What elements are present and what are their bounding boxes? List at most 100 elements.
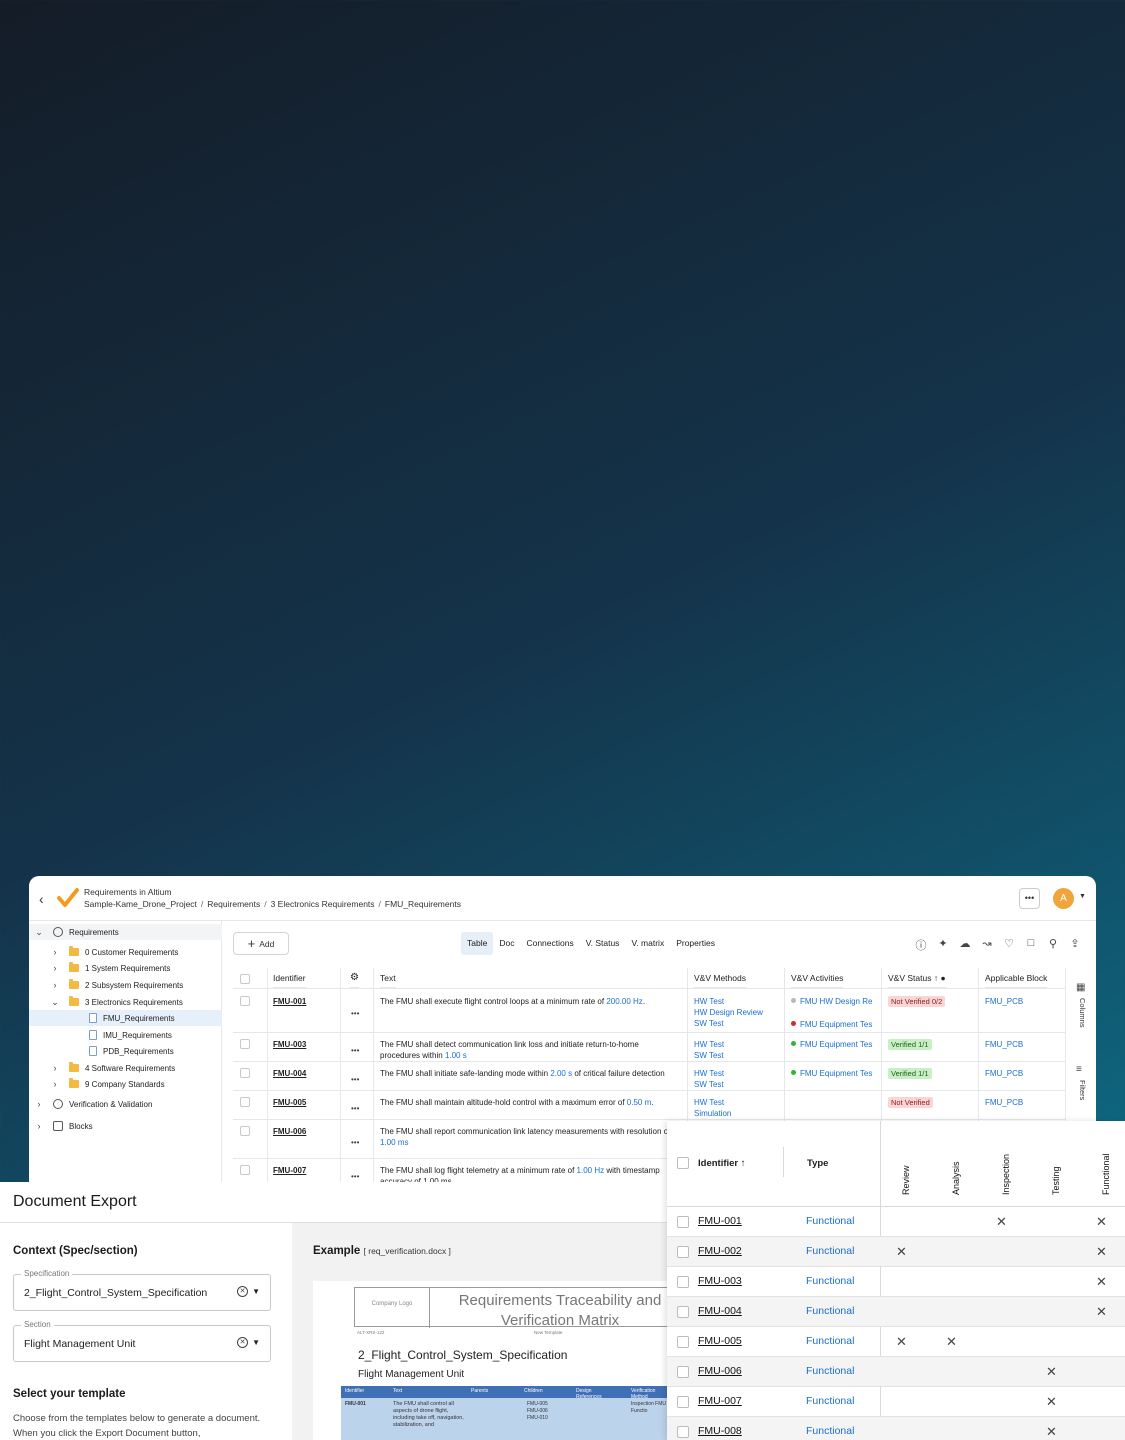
- table-row[interactable]: FMU-004 Functional ✕: [667, 1297, 1125, 1327]
- chevron-down-icon[interactable]: ⌄: [33, 927, 45, 938]
- method-mark-icon[interactable]: ✕: [1096, 1305, 1107, 1318]
- requirement-id[interactable]: FMU-008: [698, 1425, 742, 1437]
- sort-up-icon[interactable]: ↑: [934, 973, 938, 983]
- requirement-id[interactable]: FMU-001: [698, 1215, 742, 1227]
- comment-icon[interactable]: □: [1025, 937, 1037, 953]
- chevron-right-icon[interactable]: ›: [49, 947, 61, 957]
- requirement-id[interactable]: FMU-007: [273, 1165, 306, 1176]
- row-checkbox[interactable]: [677, 1216, 689, 1228]
- sidebar-item-pdb[interactable]: PDB_Requirements: [29, 1043, 174, 1059]
- method-mark-icon[interactable]: ✕: [896, 1245, 907, 1258]
- requirement-type[interactable]: Functional: [806, 1275, 854, 1287]
- row-checkbox[interactable]: [677, 1426, 689, 1438]
- table-row[interactable]: FMU-002 Functional ✕ ✕: [667, 1237, 1125, 1267]
- table-row[interactable]: FMU-006 Functional ✕: [667, 1357, 1125, 1387]
- requirement-id[interactable]: FMU-003: [698, 1275, 742, 1287]
- sidebar-item-subsystem[interactable]: › 2 Subsystem Requirements: [49, 977, 183, 993]
- chevron-right-icon[interactable]: ›: [33, 1099, 45, 1109]
- tab-properties[interactable]: Properties: [670, 932, 721, 955]
- filters-toggle[interactable]: Filters: [1078, 1080, 1087, 1100]
- row-checkbox[interactable]: [240, 1097, 250, 1107]
- tab-doc[interactable]: Doc: [493, 932, 520, 955]
- ai-sparkle-icon[interactable]: ✦: [937, 937, 949, 953]
- vv-activity[interactable]: FMU Equipment Tes: [791, 1019, 881, 1030]
- search-icon[interactable]: ⚲: [1047, 937, 1059, 953]
- method-mark-icon[interactable]: ✕: [896, 1335, 907, 1348]
- applicable-block[interactable]: FMU_PCB: [985, 1097, 1023, 1108]
- method-mark-icon[interactable]: ✕: [1046, 1365, 1057, 1378]
- column-text[interactable]: Text: [380, 968, 396, 988]
- requirement-id[interactable]: FMU-004: [698, 1305, 742, 1317]
- clear-icon[interactable]: ✕: [237, 1337, 248, 1348]
- breadcrumb-requirements[interactable]: Requirements: [207, 899, 260, 909]
- requirement-id[interactable]: FMU-006: [698, 1365, 742, 1377]
- column-identifier[interactable]: Identifier: [273, 968, 306, 988]
- section-select[interactable]: Section Flight Management Unit ✕ ▼: [13, 1320, 271, 1362]
- row-checkbox[interactable]: [240, 996, 250, 1006]
- requirement-id[interactable]: FMU-006: [273, 1126, 306, 1137]
- requirement-type[interactable]: Functional: [806, 1335, 854, 1347]
- vv-methods[interactable]: HW Test SW Test: [694, 1068, 724, 1090]
- requirement-id[interactable]: FMU-005: [273, 1097, 306, 1108]
- requirement-type[interactable]: Functional: [806, 1425, 854, 1437]
- back-arrow-icon[interactable]: ‹: [39, 891, 44, 907]
- requirement-id[interactable]: FMU-001: [273, 996, 306, 1007]
- bell-icon[interactable]: ♡: [1003, 937, 1015, 953]
- row-checkbox[interactable]: [240, 1126, 250, 1136]
- select-all-checkbox[interactable]: [677, 1157, 689, 1169]
- method-mark-icon[interactable]: ✕: [1046, 1425, 1057, 1438]
- row-checkbox[interactable]: [240, 1039, 250, 1049]
- row-checkbox[interactable]: [677, 1276, 689, 1288]
- breadcrumb-electronics[interactable]: 3 Electronics Requirements: [271, 899, 375, 909]
- table-row[interactable]: FMU-008 Functional ✕: [667, 1417, 1125, 1440]
- sidebar-item-software[interactable]: › 4 Software Requirements: [49, 1060, 175, 1076]
- row-menu-icon[interactable]: •••: [351, 1137, 359, 1148]
- more-options-button[interactable]: •••: [1019, 888, 1040, 909]
- requirement-type[interactable]: Functional: [806, 1305, 854, 1317]
- requirement-id[interactable]: FMU-005: [698, 1335, 742, 1347]
- sidebar-root[interactable]: ⌄ Requirements: [29, 924, 222, 940]
- tab-connections[interactable]: Connections: [520, 932, 579, 955]
- chevron-right-icon[interactable]: ›: [49, 963, 61, 973]
- method-mark-icon[interactable]: ✕: [1096, 1215, 1107, 1228]
- vv-activity[interactable]: FMU Equipment Tes: [791, 1068, 881, 1079]
- vv-activity[interactable]: FMU Equipment Tes: [791, 1039, 881, 1050]
- row-checkbox[interactable]: [677, 1306, 689, 1318]
- chart-icon[interactable]: ↝: [981, 937, 993, 953]
- breadcrumb-fmu[interactable]: FMU_Requirements: [385, 899, 461, 909]
- caret-down-icon[interactable]: ▼: [252, 1338, 260, 1347]
- vv-methods[interactable]: HW Test SW Test: [694, 1039, 724, 1061]
- row-menu-icon[interactable]: •••: [351, 1008, 359, 1019]
- row-checkbox[interactable]: [240, 1068, 250, 1078]
- matrix-column-type[interactable]: Type: [807, 1158, 828, 1169]
- row-checkbox[interactable]: [677, 1246, 689, 1258]
- requirement-id[interactable]: FMU-004: [273, 1068, 306, 1079]
- columns-icon[interactable]: ▦: [1076, 982, 1085, 993]
- requirement-type[interactable]: Functional: [806, 1245, 854, 1257]
- info-icon[interactable]: ⓘ: [915, 937, 927, 953]
- vv-activity[interactable]: FMU HW Design Re: [791, 996, 881, 1007]
- avatar[interactable]: A: [1053, 888, 1074, 909]
- applicable-block[interactable]: FMU_PCB: [985, 1039, 1023, 1050]
- export-icon[interactable]: ⇪: [1069, 937, 1081, 953]
- cloud-icon[interactable]: ☁: [959, 937, 971, 953]
- table-row[interactable]: FMU-001 Functional ✕ ✕: [667, 1207, 1125, 1237]
- requirement-id[interactable]: FMU-002: [698, 1245, 742, 1257]
- table-row[interactable]: FMU-005 Functional ✕ ✕: [667, 1327, 1125, 1357]
- sidebar-item-system[interactable]: › 1 System Requirements: [49, 960, 170, 976]
- tab-v-status[interactable]: V. Status: [580, 932, 626, 955]
- specification-select[interactable]: Specification 2_Flight_Control_System_Sp…: [13, 1269, 271, 1311]
- caret-down-icon[interactable]: ▼: [252, 1287, 260, 1296]
- matrix-column-identifier[interactable]: Identifier ↑: [698, 1158, 746, 1169]
- chevron-right-icon[interactable]: ›: [49, 1063, 61, 1073]
- columns-toggle[interactable]: Columns: [1078, 998, 1087, 1028]
- requirement-type[interactable]: Functional: [806, 1365, 854, 1377]
- requirement-type[interactable]: Functional: [806, 1215, 854, 1227]
- chevron-right-icon[interactable]: ›: [49, 1079, 61, 1089]
- requirement-id[interactable]: FMU-003: [273, 1039, 306, 1050]
- clear-icon[interactable]: ✕: [237, 1286, 248, 1297]
- breadcrumb-project[interactable]: Sample-Kame_Drone_Project: [84, 899, 197, 909]
- method-mark-icon[interactable]: ✕: [1096, 1245, 1107, 1258]
- row-checkbox[interactable]: [240, 1165, 250, 1175]
- sidebar-item-fmu[interactable]: FMU_Requirements: [29, 1010, 222, 1026]
